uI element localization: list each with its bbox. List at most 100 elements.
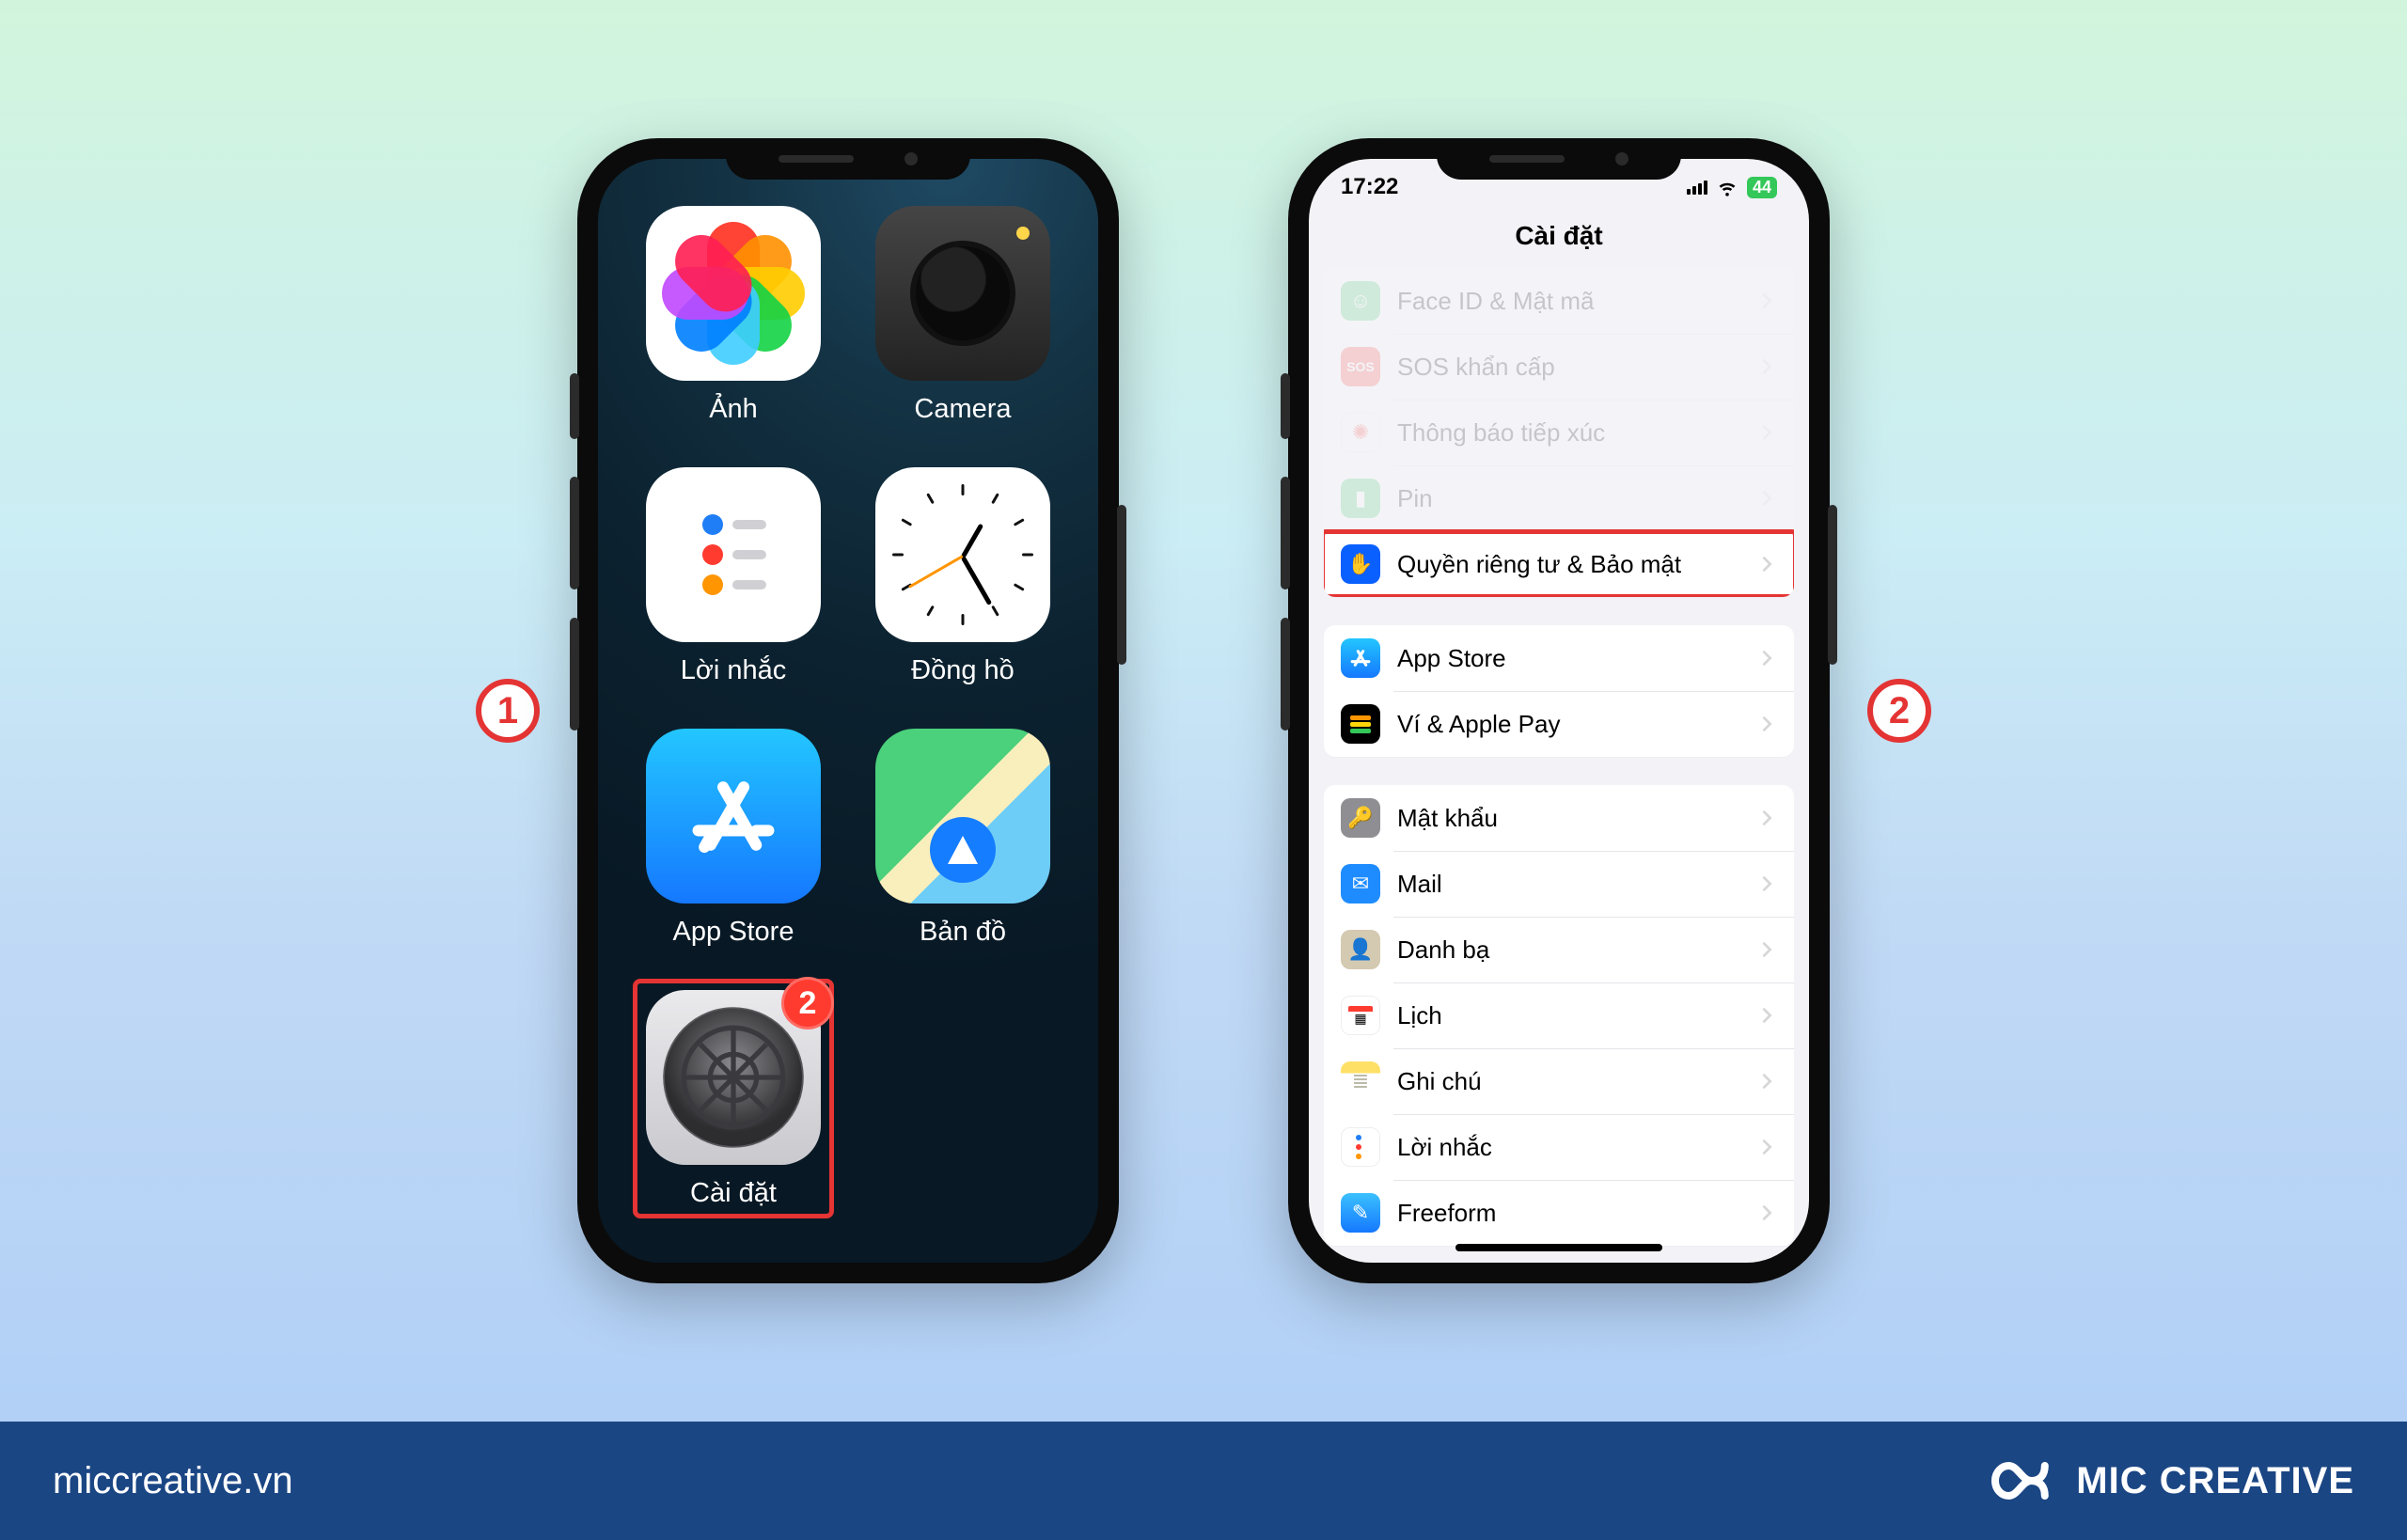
- row-label: Pin: [1397, 484, 1739, 513]
- app-appstore[interactable]: App Store: [646, 729, 821, 948]
- notch: [726, 138, 970, 180]
- app-label: App Store: [673, 917, 794, 948]
- app-label: Cài đặt: [690, 1178, 777, 1209]
- appstore-icon: [646, 729, 821, 904]
- step-badge-2: 2: [1867, 679, 1931, 743]
- row-label: Ví & Apple Pay: [1397, 710, 1739, 739]
- chevron-right-icon: [1756, 488, 1777, 509]
- row-label: Thông báo tiếp xúc: [1397, 418, 1739, 448]
- app-reminders[interactable]: .tile.reminders .row:nth-child(1)::befor…: [646, 467, 821, 686]
- chevron-right-icon: [1756, 648, 1777, 668]
- settings-title: Cài đặt: [1309, 215, 1809, 268]
- home-grid: Ảnh Camera .tile.reminders .row:nth-chil…: [624, 195, 1072, 1236]
- battery-icon: 44: [1747, 177, 1777, 198]
- chevron-right-icon: [1756, 291, 1777, 311]
- app-maps[interactable]: Bản đồ: [875, 729, 1050, 948]
- key-icon: 🔑: [1341, 798, 1380, 838]
- mail-icon: ✉: [1341, 864, 1380, 904]
- row-label: App Store: [1397, 644, 1739, 673]
- phone-2: 17:22 44 Cài đặt ☺ Face ID & Mật mã: [1288, 138, 1830, 1283]
- notes-icon: ≣: [1341, 1061, 1380, 1101]
- settings-badge: 2: [781, 977, 834, 1029]
- app-label: Bản đồ: [920, 917, 1006, 948]
- footer: miccreative.vn MIC CREATIVE: [0, 1422, 2407, 1540]
- brand-text: MIC CREATIVE: [2076, 1460, 2354, 1502]
- row-label: Danh bạ: [1397, 935, 1739, 965]
- reminders-icon: .tile.reminders .row:nth-child(1)::befor…: [646, 467, 821, 642]
- phone-1: Ảnh Camera .tile.reminders .row:nth-chil…: [577, 138, 1119, 1283]
- contacts-icon: 👤: [1341, 930, 1380, 969]
- photos-icon: [646, 206, 821, 381]
- row-label: Lời nhắc: [1397, 1133, 1739, 1162]
- faded-overlay: ☺ Face ID & Mật mã SOS SOS khẩn cấp ✺: [1324, 268, 1794, 531]
- row-freeform[interactable]: ✎ Freeform: [1324, 1180, 1794, 1246]
- chevron-right-icon: [1756, 1005, 1777, 1026]
- settings-group-store: App Store Ví & Apple Pay: [1324, 625, 1794, 757]
- footer-brand: MIC CREATIVE: [1980, 1456, 2354, 1505]
- row-contacts[interactable]: 👤 Danh bạ: [1324, 917, 1794, 982]
- chevron-right-icon: [1756, 714, 1777, 734]
- row-label: Mật khẩu: [1397, 804, 1739, 833]
- settings-icon: 2: [646, 990, 821, 1165]
- clock-icon: /*ticks drawn below via CSS generated sp…: [875, 467, 1050, 642]
- row-exposure[interactable]: ✺ Thông báo tiếp xúc: [1324, 400, 1794, 465]
- row-label: Ghi chú: [1397, 1067, 1739, 1096]
- row-passwords[interactable]: 🔑 Mật khẩu: [1324, 785, 1794, 851]
- app-label: Camera: [914, 394, 1011, 425]
- wifi-icon: [1717, 177, 1738, 197]
- app-label: Đồng hồ: [911, 655, 1015, 686]
- settings-group-privacy: ☺ Face ID & Mật mã SOS SOS khẩn cấp ✺: [1324, 268, 1794, 597]
- step-badge-1: 1: [476, 679, 540, 743]
- status-time: 17:22: [1341, 174, 1398, 200]
- chevron-right-icon: [1756, 939, 1777, 960]
- chevron-right-icon: [1756, 1202, 1777, 1223]
- chevron-right-icon: [1756, 873, 1777, 894]
- calendar-icon: ▦: [1341, 996, 1380, 1035]
- settings-group-apps: 🔑 Mật khẩu ✉ Mail 👤 Danh bạ: [1324, 785, 1794, 1246]
- home-indicator[interactable]: [1455, 1244, 1662, 1251]
- app-camera[interactable]: Camera: [875, 206, 1050, 425]
- row-faceid[interactable]: ☺ Face ID & Mật mã: [1324, 268, 1794, 334]
- chevron-right-icon: [1756, 422, 1777, 443]
- hand-icon: ✋: [1341, 544, 1380, 584]
- appstore-icon: [1341, 638, 1380, 678]
- app-settings[interactable]: 2 Cài đặt: [646, 990, 821, 1209]
- row-appstore[interactable]: App Store: [1324, 625, 1794, 691]
- freeform-icon: ✎: [1341, 1193, 1380, 1233]
- footer-url: miccreative.vn: [53, 1460, 293, 1502]
- row-label: Freeform: [1397, 1199, 1739, 1228]
- row-wallet[interactable]: Ví & Apple Pay: [1324, 691, 1794, 757]
- row-sos[interactable]: SOS SOS khẩn cấp: [1324, 334, 1794, 400]
- app-label: Ảnh: [709, 394, 758, 425]
- unit-step-1: 1: [476, 138, 1119, 1283]
- settings-list[interactable]: ☺ Face ID & Mật mã SOS SOS khẩn cấp ✺: [1309, 268, 1809, 1263]
- stage: 1: [0, 0, 2407, 1422]
- chevron-right-icon: [1756, 554, 1777, 574]
- home-screen: Ảnh Camera .tile.reminders .row:nth-chil…: [598, 159, 1098, 1263]
- wallet-icon: [1341, 704, 1380, 744]
- row-calendar[interactable]: ▦ Lịch: [1324, 982, 1794, 1048]
- row-mail[interactable]: ✉ Mail: [1324, 851, 1794, 917]
- row-label: Lịch: [1397, 1001, 1739, 1030]
- chevron-right-icon: [1756, 356, 1777, 377]
- app-clock[interactable]: /*ticks drawn below via CSS generated sp…: [875, 467, 1050, 686]
- row-label: SOS khẩn cấp: [1397, 353, 1739, 382]
- row-reminders[interactable]: Lời nhắc: [1324, 1114, 1794, 1180]
- cellular-icon: [1687, 181, 1707, 195]
- notch: [1437, 138, 1681, 180]
- row-label: Mail: [1397, 870, 1739, 899]
- chevron-right-icon: [1756, 1071, 1777, 1092]
- reminders-icon: [1341, 1127, 1380, 1167]
- maps-icon: [875, 729, 1050, 904]
- row-label: Face ID & Mật mã: [1397, 287, 1739, 316]
- chevron-right-icon: [1756, 1137, 1777, 1157]
- unit-step-2: 2 17:22 44 Cài đặt: [1288, 138, 1931, 1283]
- settings-screen: 17:22 44 Cài đặt ☺ Face ID & Mật mã: [1309, 159, 1809, 1263]
- app-photos[interactable]: Ảnh: [646, 206, 821, 425]
- row-notes[interactable]: ≣ Ghi chú: [1324, 1048, 1794, 1114]
- chevron-right-icon: [1756, 808, 1777, 828]
- row-privacy[interactable]: ✋ Quyền riêng tư & Bảo mật: [1324, 531, 1794, 597]
- camera-icon: [875, 206, 1050, 381]
- row-battery[interactable]: ▮ Pin: [1324, 465, 1794, 531]
- row-label: Quyền riêng tư & Bảo mật: [1397, 550, 1739, 579]
